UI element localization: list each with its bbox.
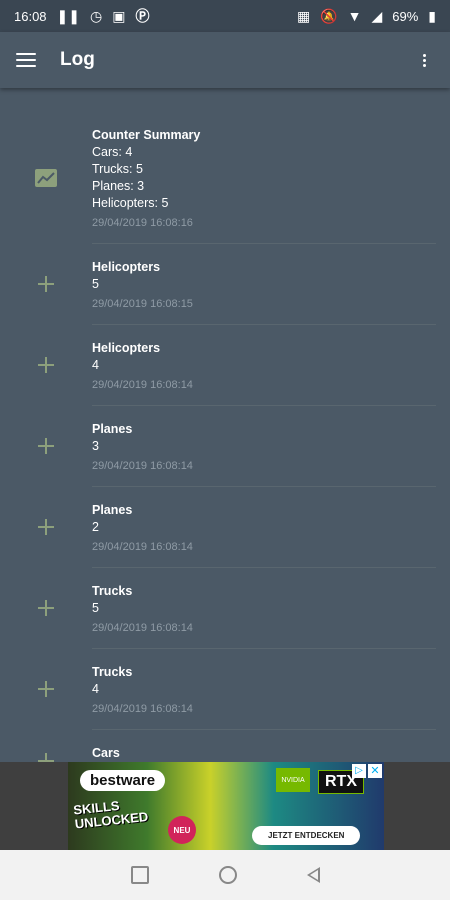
ad-container: bestware SKILLS UNLOCKED NEU NVIDIA RTX … <box>0 762 450 850</box>
log-entry[interactable]: Helicopters 4 29/04/2019 16:08:14 <box>38 325 436 406</box>
entry-timestamp: 29/04/2019 16:08:14 <box>92 622 193 634</box>
entry-value: 3 <box>92 439 99 453</box>
entry-timestamp: 29/04/2019 16:08:14 <box>92 379 193 391</box>
app-bar: Log <box>0 32 450 88</box>
log-entry[interactable]: Planes 3 29/04/2019 16:08:14 <box>38 406 436 487</box>
log-entry[interactable]: Trucks 5 29/04/2019 16:08:14 <box>38 568 436 649</box>
entry-timestamp: 29/04/2019 16:08:14 <box>92 460 193 472</box>
entry-title: Planes <box>92 422 133 436</box>
log-list[interactable]: Counter Summary Cars: 4 Trucks: 5 Planes: 3… <box>0 112 450 762</box>
battery-percent: 69% <box>392 8 419 24</box>
log-entry[interactable]: Cars4 <box>38 730 436 762</box>
plus-icon <box>34 596 58 620</box>
entry-timestamp: 29/04/2019 16:08:14 <box>92 541 193 553</box>
image-icon: ▣ <box>112 8 126 24</box>
plus-icon <box>34 749 58 762</box>
ad-cta-button[interactable]: JETZT ENTDECKEN <box>252 826 361 845</box>
ad-close-icon[interactable]: ✕ <box>368 764 382 778</box>
plus-icon <box>34 515 58 539</box>
back-button[interactable] <box>306 867 320 883</box>
entry-value: 5 <box>92 601 99 615</box>
entry-timestamp: 29/04/2019 16:08:14 <box>92 703 193 715</box>
entry-timestamp: 29/04/2019 16:08:16 <box>92 217 193 229</box>
ad-info-icon[interactable]: ▷ <box>352 764 366 778</box>
entry-title: Trucks <box>92 665 133 679</box>
entry-title: Helicopters <box>92 341 161 355</box>
ad-banner[interactable]: bestware SKILLS UNLOCKED NEU NVIDIA RTX … <box>68 762 384 850</box>
ad-headline: SKILLS UNLOCKED <box>72 797 149 832</box>
entry-value: 2 <box>92 520 99 534</box>
entry-title: Cars <box>92 746 120 760</box>
plus-icon <box>34 677 58 701</box>
entry-title: Planes <box>92 503 133 517</box>
pause-icon: ❚❚ <box>56 8 81 24</box>
status-bar: 16:08 ❚❚ ◷ ▣ Ⓟ ▦ 🔕 ▼ ◢ 69% ▮ <box>0 0 450 32</box>
entry-title: Counter Summary <box>92 128 201 142</box>
entry-value: 4 <box>92 358 99 372</box>
system-nav-bar <box>0 850 450 900</box>
log-entry[interactable]: Planes 2 29/04/2019 16:08:14 <box>38 487 436 568</box>
entry-value: 4 <box>92 682 99 696</box>
more-options-icon[interactable] <box>414 50 434 70</box>
entry-value: Trucks: 5 <box>92 162 143 176</box>
menu-icon[interactable] <box>16 53 36 67</box>
entry-value: Cars: 4 <box>92 145 133 159</box>
clock-icon: ◷ <box>90 8 103 24</box>
plus-icon <box>34 434 58 458</box>
entry-title: Trucks <box>92 584 133 598</box>
log-entry[interactable]: Helicopters 5 29/04/2019 16:08:15 <box>38 244 436 325</box>
p-icon: Ⓟ <box>135 8 150 24</box>
ad-brand-logo: bestware <box>80 770 166 791</box>
ad-new-badge: NEU <box>168 816 196 844</box>
ad-partner-logo: NVIDIA <box>276 768 310 792</box>
page-title: Log <box>60 49 95 70</box>
entry-title: Helicopters <box>92 260 161 274</box>
nfc-icon: ▦ <box>296 8 311 24</box>
entry-value: Planes: 3 <box>92 179 145 193</box>
battery-icon: ▮ <box>428 8 436 24</box>
plus-icon <box>34 353 58 377</box>
entry-value: 5 <box>92 277 99 291</box>
chart-icon <box>34 166 58 190</box>
entry-value: Helicopters: 5 <box>92 196 169 210</box>
entry-timestamp: 29/04/2019 16:08:15 <box>92 298 193 310</box>
log-entry[interactable]: Counter Summary Cars: 4 Trucks: 5 Planes: 3… <box>35 112 436 244</box>
plus-icon <box>34 272 58 296</box>
signal-icon: ◢ <box>371 8 383 24</box>
wifi-icon: ▼ <box>347 8 362 24</box>
home-button[interactable] <box>218 866 237 884</box>
log-entry[interactable]: Trucks 4 29/04/2019 16:08:14 <box>38 649 436 730</box>
status-time: 16:08 <box>14 8 47 24</box>
recents-button[interactable] <box>130 866 149 884</box>
mute-icon: 🔕 <box>320 8 338 24</box>
